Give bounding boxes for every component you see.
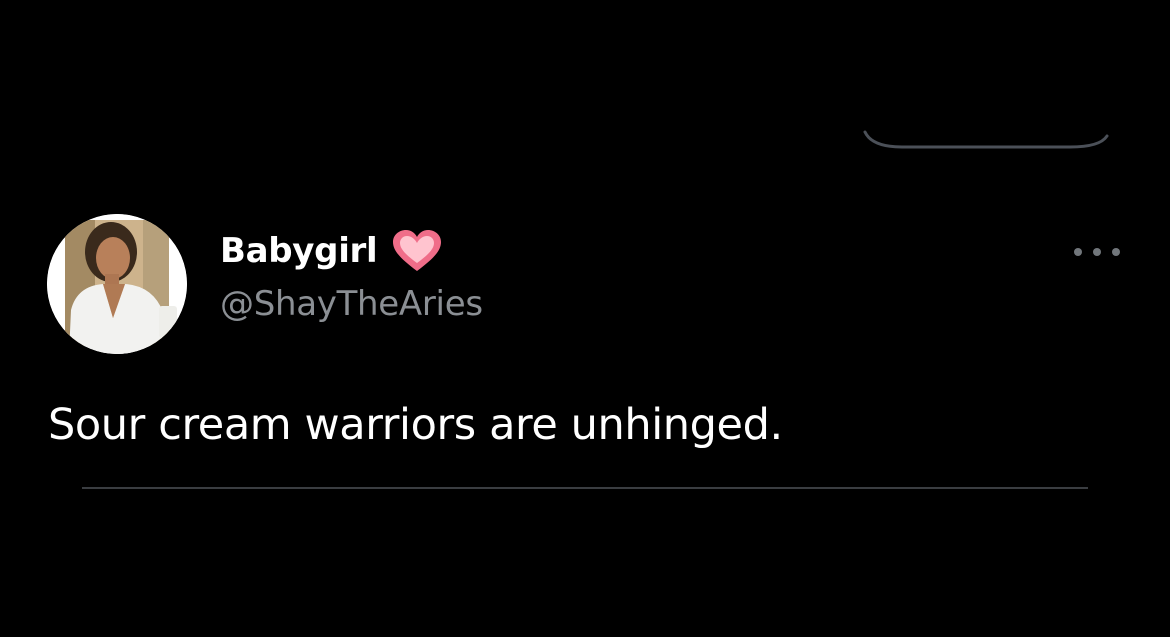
previous-element-edge	[862, 128, 1110, 152]
more-horizontal-icon	[1093, 248, 1101, 256]
more-horizontal-icon	[1074, 248, 1082, 256]
display-name[interactable]: Babygirl	[220, 234, 378, 268]
user-handle[interactable]: @ShayTheAries	[220, 285, 483, 323]
pink-heart-emoji-icon	[393, 230, 442, 271]
author-name-row[interactable]: Babygirl	[220, 226, 443, 276]
more-options-button[interactable]	[1074, 240, 1120, 264]
divider	[82, 487, 1088, 489]
avatar[interactable]	[47, 214, 187, 354]
tweet-text: Sour cream warriors are unhinged.	[48, 400, 783, 450]
more-horizontal-icon	[1112, 248, 1120, 256]
